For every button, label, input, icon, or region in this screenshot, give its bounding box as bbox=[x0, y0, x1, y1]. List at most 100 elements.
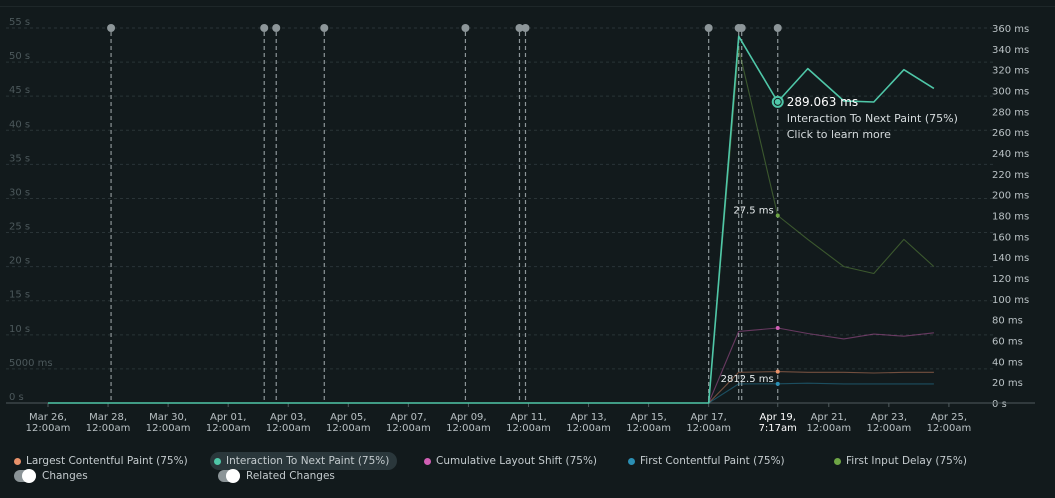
x-axis-tick-label: Apr 05, bbox=[330, 412, 366, 423]
right-axis-tick-label: 260 ms bbox=[992, 128, 1029, 139]
legend-item-cumulative-layout-shift[interactable]: Cumulative Layout Shift (75%) bbox=[424, 452, 597, 470]
change-marker-pin-icon bbox=[260, 24, 269, 32]
x-axis-tick-label: 12:00am bbox=[446, 423, 491, 434]
x-axis-tick-label: Apr 13, bbox=[570, 412, 606, 423]
right-axis-tick-label: 140 ms bbox=[992, 253, 1029, 264]
right-axis-tick-label: 360 ms bbox=[992, 24, 1029, 35]
series-line bbox=[48, 382, 934, 404]
change-marker-pin-icon bbox=[107, 24, 116, 32]
x-axis-tick-label: 12:00am bbox=[26, 423, 71, 434]
x-axis-tick-label: 12:00am bbox=[506, 423, 551, 434]
left-axis-tick-label: 45 s bbox=[9, 85, 30, 96]
web-vitals-line-chart[interactable]: 55 s 50 s 45 s 40 s 35 s 30 s 25 s 20 s 15 s 10 s… bbox=[0, 0, 1055, 445]
change-marker-pin-icon bbox=[737, 24, 746, 32]
series-line bbox=[48, 35, 935, 404]
x-axis-tick-label: Apr 25, bbox=[931, 412, 967, 423]
right-axis-tick-label: 320 ms bbox=[992, 66, 1029, 77]
x-axis-tick-label: 12:00am bbox=[626, 423, 671, 434]
x-axis-tick-label: 12:00am bbox=[386, 423, 431, 434]
x-axis-tick-label: 12:00am bbox=[326, 423, 371, 434]
series-line bbox=[48, 371, 934, 404]
left-axis-tick-label: 20 s bbox=[9, 256, 30, 267]
x-axis-tick-label: Apr 01, bbox=[210, 412, 246, 423]
x-axis-tick-label: Apr 03, bbox=[270, 412, 306, 423]
left-axis-tick-label: 10 s bbox=[9, 324, 30, 335]
right-axis-tick-label: 0 s bbox=[992, 399, 1007, 410]
tooltip-learn-more-link[interactable]: Click to learn more bbox=[787, 128, 891, 141]
changes-toggle[interactable]: Changes bbox=[14, 469, 88, 483]
x-axis-tick-label: 12:00am bbox=[806, 423, 851, 434]
x-axis-tick-label: Mar 26, bbox=[29, 412, 67, 423]
x-axis-tick-label: Apr 17, bbox=[690, 412, 726, 423]
left-axis-tick-label: 5000 ms bbox=[9, 358, 53, 369]
x-axis-tick-label: Apr 21, bbox=[811, 412, 847, 423]
x-axis-tick-label: 12:00am bbox=[686, 423, 731, 434]
right-axis-tick-label: 40 ms bbox=[992, 357, 1023, 368]
tooltip-series-name: Interaction To Next Paint (75%) bbox=[787, 112, 958, 125]
legend-item-interaction-to-next-paint[interactable]: Interaction To Next Paint (75%) bbox=[210, 452, 398, 470]
toggle-switch-icon[interactable] bbox=[218, 469, 240, 483]
point-value-label: 27.5 ms bbox=[733, 206, 773, 217]
x-axis-tick-label: Mar 30, bbox=[149, 412, 187, 423]
legend-label: First Input Delay (75%) bbox=[846, 455, 967, 467]
related-changes-toggle-label: Related Changes bbox=[246, 470, 335, 482]
legend-dot-icon bbox=[834, 457, 841, 465]
right-axis-tick-label: 300 ms bbox=[992, 87, 1029, 98]
x-axis-tick-label: 12:00am bbox=[146, 423, 191, 434]
change-marker-pin-icon bbox=[521, 24, 530, 32]
x-axis-tick-label: Mar 28, bbox=[89, 412, 127, 423]
x-axis-tick-label: 12:00am bbox=[266, 423, 311, 434]
x-axis-tick-label: Apr 19, bbox=[760, 412, 796, 423]
toggle-switch-icon[interactable] bbox=[14, 469, 36, 483]
left-axis-tick-label: 35 s bbox=[9, 153, 30, 164]
legend-item-first-input-delay[interactable]: First Input Delay (75%) bbox=[834, 452, 967, 470]
right-axis-tick-label: 20 ms bbox=[992, 378, 1023, 389]
hover-point bbox=[775, 326, 780, 330]
x-axis-tick-label: 7:17am bbox=[759, 423, 797, 434]
x-axis-tick-label: Apr 23, bbox=[871, 412, 907, 423]
right-axis-tick-label: 200 ms bbox=[992, 191, 1029, 202]
x-axis-tick-label: 12:00am bbox=[86, 423, 131, 434]
right-axis-tick-label: 180 ms bbox=[992, 212, 1029, 223]
left-axis-tick-label: 55 s bbox=[9, 17, 30, 28]
left-axis-tick-label: 30 s bbox=[9, 187, 30, 198]
legend-dot-icon bbox=[14, 457, 21, 465]
hover-point bbox=[775, 213, 780, 218]
legend-label: Largest Contentful Paint (75%) bbox=[26, 455, 188, 467]
right-axis-tick-label: 160 ms bbox=[992, 232, 1029, 243]
legend-label: Cumulative Layout Shift (75%) bbox=[436, 455, 598, 467]
left-axis-tick-label: 25 s bbox=[9, 222, 30, 233]
legend-item-largest-contentful-paint[interactable]: Largest Contentful Paint (75%) bbox=[14, 452, 188, 470]
legend-dot-icon bbox=[424, 457, 431, 465]
series-line bbox=[48, 327, 934, 404]
related-changes-toggle[interactable]: Related Changes bbox=[218, 469, 335, 483]
x-axis-tick-label: Apr 15, bbox=[630, 412, 666, 423]
left-axis-tick-label: 40 s bbox=[9, 119, 30, 130]
tooltip-value: 289.063 ms bbox=[787, 95, 858, 109]
x-axis-tick-label: Apr 09, bbox=[450, 412, 486, 423]
legend-dot-icon bbox=[628, 457, 635, 465]
legend-dot-icon bbox=[214, 457, 221, 465]
right-axis-tick-label: 220 ms bbox=[992, 170, 1029, 181]
legend-item-first-contentful-paint[interactable]: First Contentful Paint (75%) bbox=[628, 452, 785, 470]
change-marker-pin-icon bbox=[272, 24, 281, 32]
left-axis-tick-label: 15 s bbox=[9, 290, 30, 301]
point-value-label: 2812.5 ms bbox=[721, 374, 774, 385]
hover-point-core bbox=[774, 98, 781, 105]
change-marker-pin-icon bbox=[320, 24, 329, 32]
legend-label: Interaction To Next Paint (75%) bbox=[226, 455, 390, 467]
change-marker-pin-icon bbox=[461, 24, 470, 32]
x-axis-tick-label: Apr 07, bbox=[390, 412, 426, 423]
x-axis-tick-label: 12:00am bbox=[566, 423, 611, 434]
right-axis-tick-label: 100 ms bbox=[992, 295, 1029, 306]
x-axis-tick-label: 12:00am bbox=[867, 423, 912, 434]
left-axis-tick-label: 50 s bbox=[9, 51, 30, 62]
right-axis-tick-label: 60 ms bbox=[992, 337, 1023, 348]
legend-label: First Contentful Paint (75%) bbox=[640, 455, 785, 467]
hover-point bbox=[775, 369, 780, 374]
x-axis-tick-label: 12:00am bbox=[206, 423, 251, 434]
right-axis-tick-label: 120 ms bbox=[992, 274, 1029, 285]
right-axis-tick-label: 80 ms bbox=[992, 316, 1023, 327]
x-axis-tick-label: 12:00am bbox=[927, 423, 972, 434]
left-axis-tick-label: 0 s bbox=[9, 392, 24, 403]
